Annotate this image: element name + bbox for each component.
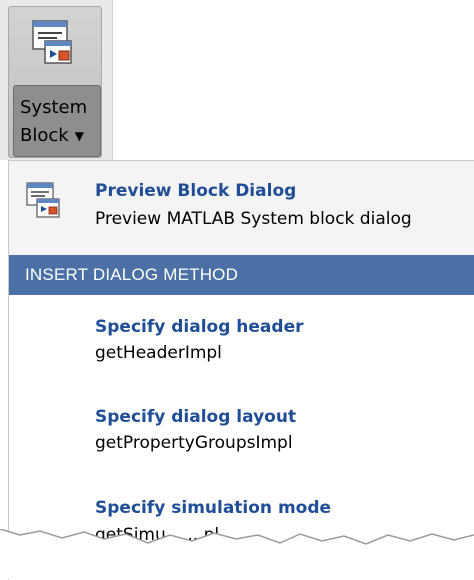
method-title: Specify simulation mode (95, 498, 332, 518)
menu-item-preview-block-dialog[interactable]: Preview Block Dialog Preview MATLAB Syst… (9, 161, 474, 245)
preview-block-dialog-subtitle: Preview MATLAB System block dialog (95, 209, 412, 229)
system-block-label: System Block ▼ (20, 94, 100, 150)
method-name: getPropertyGroupsImpl (95, 433, 293, 453)
preview-block-dialog-title: Preview Block Dialog (95, 181, 297, 201)
method-title: Specify dialog layout (95, 407, 297, 427)
system-block-label-line2: Block (20, 125, 69, 146)
toolstrip: System Block ▼ (0, 0, 474, 160)
system-block-section: System Block ▼ (0, 0, 113, 160)
method-name: getHeaderImpl (95, 343, 222, 363)
preview-dialog-icon (32, 20, 72, 64)
chevron-down-icon[interactable]: ▼ (75, 122, 84, 150)
system-block-button[interactable]: System Block ▼ (8, 6, 102, 158)
method-title: Specify dialog header (95, 317, 304, 337)
torn-edge (0, 529, 474, 579)
system-block-label-line1: System (20, 97, 88, 118)
preview-dialog-icon (26, 182, 60, 218)
system-block-dropdown-menu: Preview Block Dialog Preview MATLAB Syst… (8, 160, 474, 580)
system-block-label-box[interactable]: System Block ▼ (13, 85, 101, 157)
section-header-insert-dialog-method: INSERT DIALOG METHOD (9, 255, 474, 295)
